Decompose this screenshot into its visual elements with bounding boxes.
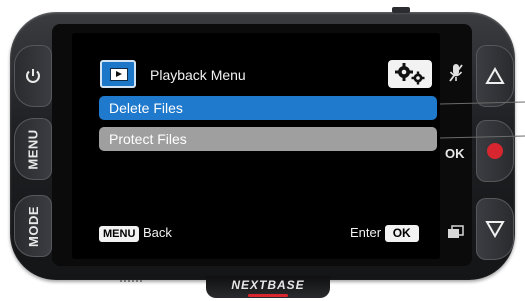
back-key-badge: MENU (99, 226, 140, 242)
leader-lines (440, 101, 525, 139)
brand-badge: NEXTBASE (206, 276, 330, 298)
top-nub (392, 7, 410, 13)
page-title: Playback Menu (150, 67, 246, 83)
enter-label: Enter (350, 225, 382, 240)
footer-enter: Enter OK (350, 225, 419, 242)
back-label: Back (143, 225, 172, 240)
mode-button-label: MODE (25, 205, 41, 247)
menu-button[interactable]: MENU (14, 118, 52, 180)
brand-label: NEXTBASE (231, 278, 305, 292)
power-icon (26, 69, 40, 83)
footer-back: MENU Back (99, 225, 172, 242)
triangle-up-icon (485, 67, 505, 84)
bottom-mic-holes (120, 280, 142, 288)
down-button[interactable] (476, 198, 514, 260)
triangle-down-icon (485, 221, 505, 238)
protect-file-icon (447, 225, 465, 244)
mic-mute-icon (448, 62, 464, 89)
enter-key-badge: OK (384, 225, 419, 242)
mode-button[interactable]: MODE (14, 195, 52, 257)
brand-accent (248, 294, 288, 297)
menu-item-delete-files[interactable]: Delete Files (99, 96, 437, 120)
power-button[interactable] (14, 45, 52, 107)
gear-icon (388, 60, 432, 88)
playback-icon (100, 60, 136, 88)
menu-button-label: MENU (25, 128, 41, 170)
menu-item-protect-files[interactable]: Protect Files (99, 127, 437, 151)
